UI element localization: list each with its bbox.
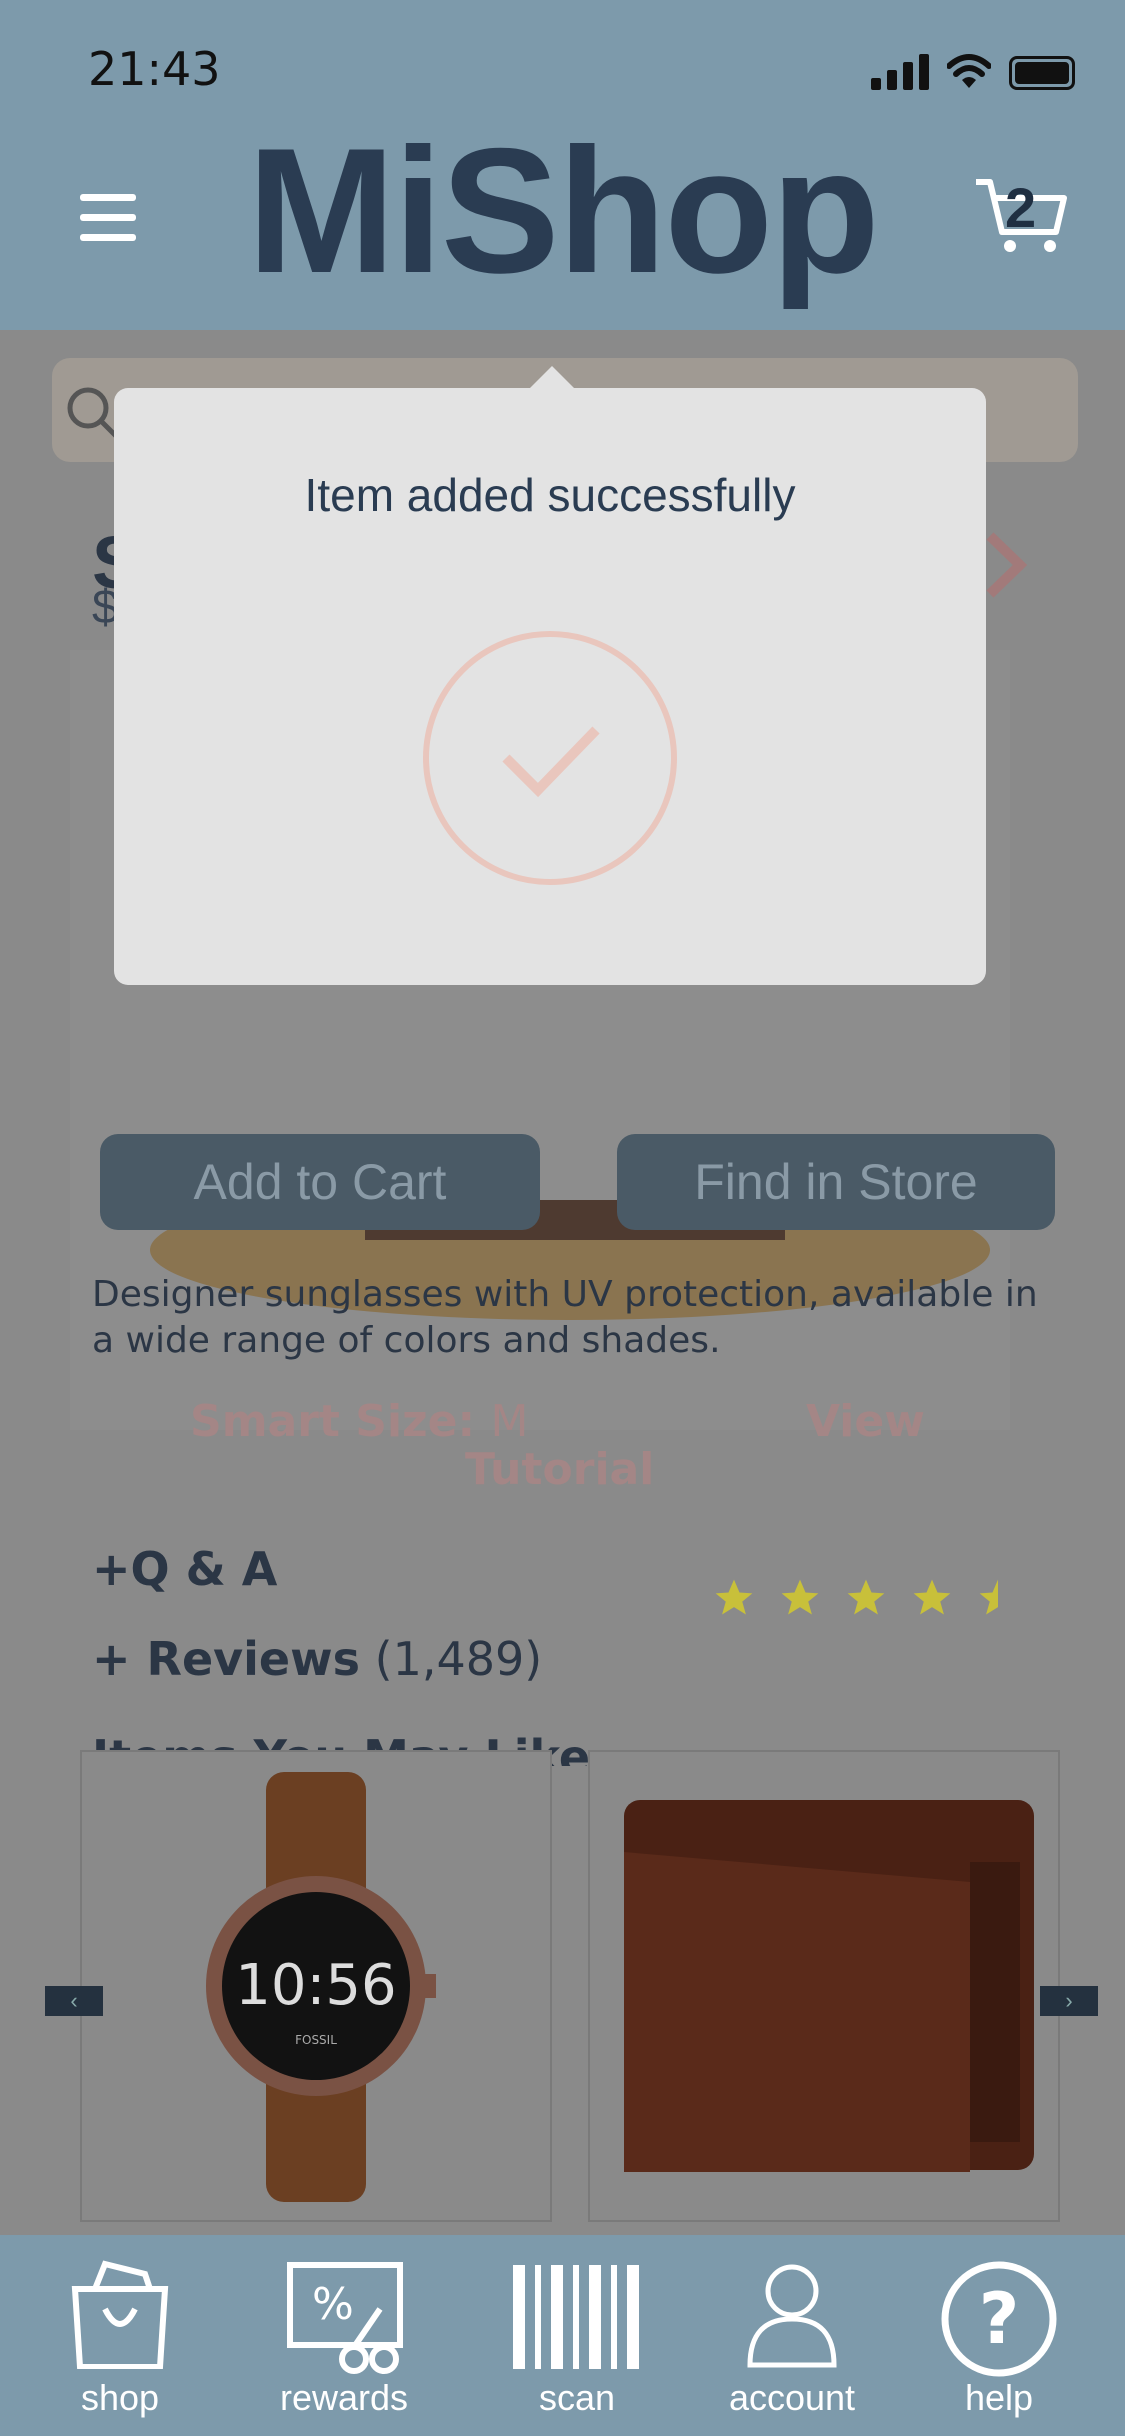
- recommendation-card-wallet[interactable]: [588, 1750, 1060, 2222]
- wallet-image: [624, 1800, 1034, 2172]
- watch-time: 10:56: [235, 1953, 396, 2018]
- view-tutorial-link[interactable]: View: [806, 1396, 925, 1447]
- view-tutorial-link-cont[interactable]: Tutorial: [465, 1444, 654, 1495]
- product-description: Designer sunglasses with UV protection, …: [92, 1274, 1038, 1361]
- reviews-label: + Reviews: [92, 1632, 361, 1686]
- tab-label: rewards: [279, 2377, 409, 2418]
- reviews-count: (1,489): [374, 1632, 543, 1686]
- success-popover[interactable]: Item added successfully: [114, 388, 986, 985]
- tab-label: scan: [538, 2377, 616, 2418]
- smart-size[interactable]: Smart Size: M: [190, 1396, 528, 1447]
- tab-account[interactable]: account: [692, 2235, 892, 2436]
- recommendation-card-watch[interactable]: 10:56 FOSSIL: [80, 1750, 552, 2222]
- popover-message: Item added successfully: [304, 469, 796, 521]
- star-icon: [913, 1579, 951, 1615]
- watch-brand: FOSSIL: [295, 2033, 337, 2047]
- cart-count-badge: 2: [1005, 176, 1037, 239]
- help-icon: ?: [941, 2261, 1057, 2377]
- star-icon: [979, 1579, 998, 1615]
- rating-stars: [712, 1576, 1020, 1620]
- user-icon: [747, 2264, 837, 2368]
- checkmark-circle-icon: [423, 631, 677, 885]
- carousel-prev-button[interactable]: ‹: [45, 1986, 103, 2016]
- chevron-right-icon[interactable]: [980, 530, 1030, 600]
- smart-size-value: M: [490, 1396, 529, 1447]
- status-icons: [871, 50, 1075, 90]
- smart-size-label: Smart Size:: [190, 1396, 476, 1447]
- battery-icon: [1009, 56, 1075, 90]
- app-logo: MiShop: [247, 111, 880, 310]
- tab-help[interactable]: ? help: [899, 2235, 1099, 2436]
- add-to-cart-button[interactable]: Add to Cart: [100, 1134, 540, 1230]
- find-in-store-button[interactable]: Find in Store: [617, 1134, 1055, 1230]
- tab-label: account: [728, 2377, 856, 2418]
- tab-shop[interactable]: shop: [20, 2235, 220, 2436]
- shopping-bag-icon: [71, 2260, 169, 2369]
- tab-label: shop: [80, 2377, 160, 2418]
- barcode-icon: [513, 2265, 639, 2369]
- carousel-next-button[interactable]: ›: [1040, 1986, 1098, 2016]
- svg-text:?: ?: [979, 2278, 1020, 2360]
- status-bar: 21:43: [0, 0, 1125, 120]
- watch-image: 10:56 FOSSIL: [206, 1772, 436, 2202]
- tab-label: help: [964, 2377, 1034, 2418]
- qa-link[interactable]: +Q & A: [92, 1542, 277, 1596]
- bottom-tab-bar: shop % rewards scan account ? help: [0, 2235, 1125, 2436]
- coupon-icon: %: [287, 2262, 403, 2374]
- status-time: 21:43: [88, 42, 221, 96]
- tab-scan[interactable]: scan: [477, 2235, 677, 2436]
- popover-arrow: [528, 366, 576, 390]
- signal-icon: [871, 54, 929, 90]
- wifi-icon: [947, 54, 991, 88]
- star-icon: [715, 1579, 753, 1615]
- svg-text:%: %: [312, 2279, 354, 2330]
- tab-rewards[interactable]: % rewards: [244, 2235, 444, 2436]
- reviews-link[interactable]: + Reviews (1,489): [92, 1632, 542, 1686]
- star-icon: [781, 1579, 819, 1615]
- star-icon: [847, 1579, 885, 1615]
